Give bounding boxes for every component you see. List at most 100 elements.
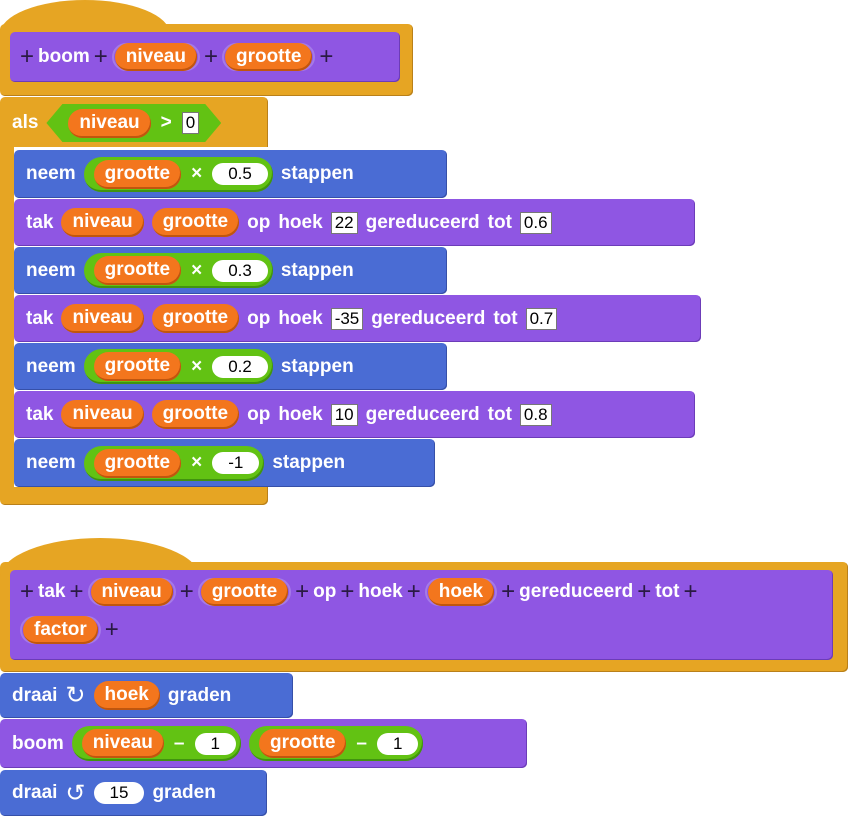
block-label: gereduceerd — [365, 211, 480, 233]
factor-input[interactable]: 0.8 — [519, 403, 552, 426]
add-input-button[interactable]: + — [319, 43, 333, 71]
variable-niveau[interactable]: niveau — [61, 400, 144, 429]
block-label: tot — [487, 211, 512, 233]
operator-symbol: × — [191, 163, 203, 184]
block-label: neem — [26, 355, 76, 377]
block-label: hoek — [278, 211, 323, 233]
label-word: tot — [655, 581, 680, 602]
number-input[interactable]: 0.5 — [212, 163, 268, 185]
multiply-reporter[interactable]: grootte × 0.2 — [83, 349, 273, 384]
param-grootte[interactable]: grootte — [197, 578, 292, 606]
param-factor[interactable]: factor — [20, 616, 101, 644]
multiply-reporter[interactable]: grootte × 0.5 — [83, 156, 273, 192]
tak-block[interactable]: tak niveau grootte op hoek 22 gereduceer… — [14, 199, 695, 246]
add-input-button[interactable]: + — [69, 578, 83, 606]
number-input[interactable]: 15 — [93, 782, 145, 804]
number-input[interactable]: 1 — [376, 732, 419, 755]
add-input-button[interactable]: + — [407, 578, 421, 606]
block-label: op — [247, 307, 271, 329]
tak-block[interactable]: tak niveau grootte op hoek -35 gereducee… — [14, 295, 701, 342]
variable-niveau[interactable]: niveau — [61, 304, 144, 333]
param-grootte[interactable]: grootte — [221, 43, 316, 71]
number-input[interactable]: 0.2 — [212, 355, 268, 378]
block-label: gereduceerd — [371, 307, 486, 329]
variable-grootte[interactable]: grootte — [93, 256, 182, 285]
variable-grootte[interactable]: grootte — [93, 352, 182, 381]
turn-left-block[interactable]: draai ↺ 15 graden — [0, 770, 267, 816]
block-label: tak — [26, 403, 54, 425]
minus-reporter[interactable]: niveau –1 — [71, 726, 241, 761]
param-niveau[interactable]: niveau — [87, 578, 176, 606]
block-label: draai — [12, 684, 58, 706]
param-label: niveau — [114, 43, 197, 71]
number-input[interactable]: 0.3 — [212, 259, 268, 282]
neem-block[interactable]: neem grootte × 0.5 stappen — [14, 150, 447, 198]
label-word: hoek — [358, 581, 403, 602]
block-label: op — [247, 403, 271, 425]
param-hoek[interactable]: hoek — [424, 578, 498, 606]
neem-block[interactable]: neem grootte × 0.3 stappen — [14, 247, 447, 294]
block-label: neem — [26, 452, 76, 473]
number-input[interactable]: -1 — [212, 452, 260, 474]
prototype-tak[interactable]: + tak + niveau + grootte + op + hoek + h… — [10, 570, 833, 660]
block-label: neem — [26, 163, 76, 184]
variable-grootte[interactable]: grootte — [93, 159, 182, 189]
block-label: stappen — [280, 163, 354, 184]
block-label: boom — [12, 732, 64, 754]
label-word: op — [313, 581, 337, 602]
param-label: grootte — [224, 43, 313, 71]
add-input-button[interactable]: + — [637, 578, 651, 606]
minus-reporter[interactable]: grootte –1 — [248, 726, 424, 761]
factor-input[interactable]: 0.7 — [525, 307, 558, 330]
block-label: tot — [487, 403, 512, 425]
operator-symbol: × — [191, 452, 203, 473]
neem-block[interactable]: neem grootte × -1 stappen — [14, 439, 435, 487]
add-input-button[interactable]: + — [295, 578, 309, 606]
add-input-button[interactable]: + — [340, 578, 354, 606]
multiply-reporter[interactable]: grootte × 0.3 — [83, 253, 273, 288]
add-input-button[interactable]: + — [180, 578, 194, 606]
value-input[interactable]: 0 — [182, 112, 199, 134]
block-name: boom — [38, 46, 90, 67]
if-header: als niveau > 0 — [0, 100, 221, 146]
angle-input[interactable]: -35 — [330, 307, 364, 330]
turn-right-block[interactable]: draai ↻ hoek graden — [0, 673, 293, 718]
block-label: stappen — [272, 452, 346, 473]
param-niveau[interactable]: niveau — [111, 43, 200, 71]
add-input-button[interactable]: + — [20, 43, 34, 71]
boom-block[interactable]: boom niveau –1 grootte –1 — [0, 719, 527, 768]
param-label: grootte — [200, 578, 289, 606]
add-input-button[interactable]: + — [683, 578, 697, 606]
factor-input[interactable]: 0.6 — [519, 211, 552, 234]
prototype-boom[interactable]: + boom + niveau + grootte + — [10, 32, 400, 82]
operator-symbol: × — [191, 355, 203, 377]
block-label: op — [247, 211, 271, 233]
angle-input[interactable]: 10 — [330, 403, 358, 426]
variable-hoek[interactable]: hoek — [93, 681, 160, 710]
label-word: gereduceerd — [519, 581, 634, 602]
variable-grootte[interactable]: grootte — [151, 400, 240, 429]
variable-niveau[interactable]: niveau — [81, 729, 164, 758]
block-name: tak — [38, 581, 66, 602]
add-input-button[interactable]: + — [204, 43, 218, 71]
add-input-button[interactable]: + — [105, 616, 119, 644]
variable-grootte[interactable]: grootte — [258, 729, 347, 758]
add-input-button[interactable]: + — [20, 578, 34, 606]
angle-input[interactable]: 22 — [330, 211, 358, 234]
variable-grootte[interactable]: grootte — [151, 304, 240, 333]
variable-grootte[interactable]: grootte — [93, 448, 182, 478]
neem-block[interactable]: neem grootte × 0.2 stappen — [14, 343, 447, 390]
variable-grootte[interactable]: grootte — [151, 208, 240, 237]
variable-niveau[interactable]: niveau — [61, 208, 144, 237]
add-input-button[interactable]: + — [501, 578, 515, 606]
block-label: tot — [493, 307, 518, 329]
tak-block[interactable]: tak niveau grootte op hoek 10 gereduceer… — [14, 391, 695, 438]
block-label: tak — [26, 307, 54, 329]
block-label: neem — [26, 259, 76, 281]
block-label: hoek — [278, 307, 323, 329]
greater-than-predicate[interactable]: niveau > 0 — [46, 104, 221, 142]
number-input[interactable]: 1 — [194, 732, 236, 755]
add-input-button[interactable]: + — [94, 43, 108, 71]
multiply-reporter[interactable]: grootte × -1 — [83, 445, 265, 481]
variable-niveau[interactable]: niveau — [68, 109, 150, 138]
